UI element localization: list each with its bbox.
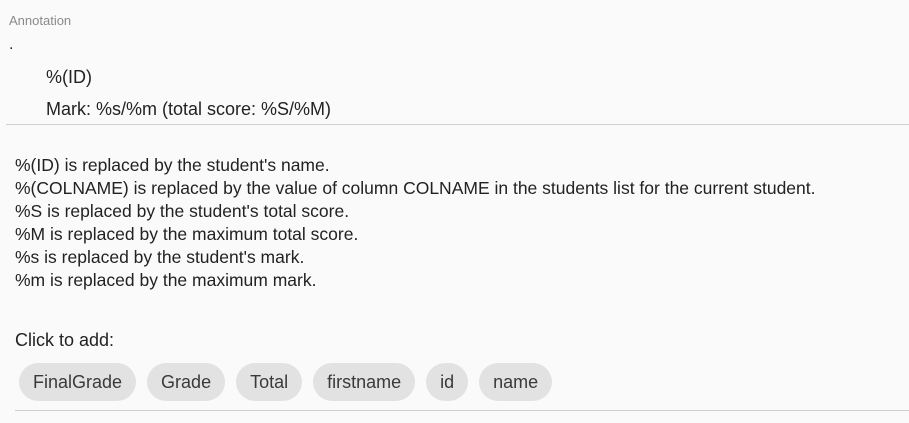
- annotation-panel: Annotation . %(ID) Mark: %s/%m (total sc…: [0, 0, 909, 423]
- help-line-mark: %s is replaced by the student's mark.: [15, 247, 305, 267]
- chip-name[interactable]: name: [479, 363, 553, 401]
- help-line-total-score: %S is replaced by the student's total sc…: [15, 201, 350, 221]
- bottom-divider: [15, 410, 909, 411]
- chip-grade[interactable]: Grade: [147, 363, 226, 401]
- annotation-label: Annotation: [9, 13, 72, 28]
- annotation-line-2: Mark: %s/%m (total score: %S/%M): [46, 99, 332, 119]
- help-text: %(ID) is replaced by the student's name.…: [15, 154, 816, 292]
- annotation-textarea[interactable]: . %(ID) Mark: %s/%m (total score: %S/%M): [6, 34, 909, 125]
- help-line-max-mark: %m is replaced by the maximum mark.: [15, 270, 317, 290]
- help-line-id: %(ID) is replaced by the student's name.: [15, 155, 330, 175]
- chip-total[interactable]: Total: [236, 363, 303, 401]
- chip-id[interactable]: id: [426, 363, 469, 401]
- help-line-colname: %(COLNAME) is replaced by the value of c…: [15, 178, 816, 198]
- annotation-dot: .: [9, 36, 14, 53]
- chip-list: FinalGrade Grade Total firstname id name: [19, 363, 553, 401]
- annotation-line-1: %(ID): [46, 67, 92, 87]
- help-line-max-total: %M is replaced by the maximum total scor…: [15, 224, 359, 244]
- click-to-add-label: Click to add:: [15, 330, 115, 350]
- chip-firstname[interactable]: firstname: [313, 363, 416, 401]
- chip-finalgrade[interactable]: FinalGrade: [19, 363, 137, 401]
